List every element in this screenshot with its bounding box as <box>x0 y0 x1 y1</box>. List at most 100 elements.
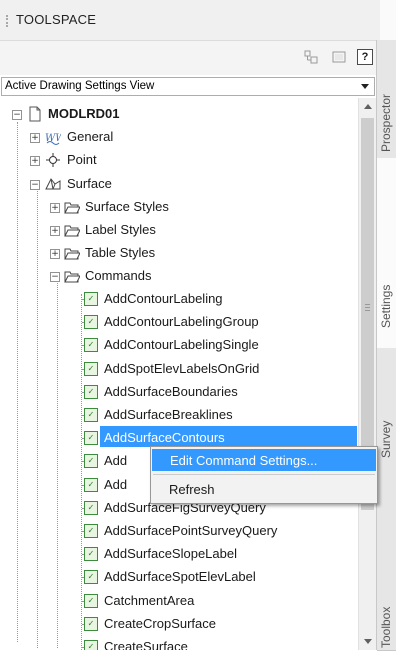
folder-icon <box>64 245 81 261</box>
command-icon: ✓ <box>84 547 98 562</box>
settings-tree[interactable]: − MODLRD01 + WW General + Point − Surfac… <box>0 98 358 650</box>
context-menu: Edit Command Settings... Refresh <box>150 446 378 504</box>
menu-item-label: Refresh <box>169 482 215 497</box>
tree-label: MODLRD01 <box>48 106 120 121</box>
command-icon: ✓ <box>84 454 98 469</box>
chevron-down-icon[interactable] <box>361 84 369 89</box>
palette-title-bar[interactable]: TOOLSPACE <box>0 0 380 41</box>
command-icon: ✓ <box>84 593 98 608</box>
grip-line <box>365 310 370 312</box>
tab-toolbox[interactable]: Toolbox <box>377 528 396 651</box>
tab-label: Prospector <box>379 93 393 152</box>
tree-node-command[interactable]: ✓ CatchmentArea <box>0 590 358 613</box>
menu-divider <box>153 474 375 475</box>
tree-node-command[interactable]: ✓ AddSpotElevLabelsOnGrid <box>0 358 358 381</box>
tab-label: Survey <box>379 420 393 458</box>
expand-icon[interactable]: + <box>30 133 40 143</box>
tree-node-label-styles[interactable]: + Label Styles <box>0 219 358 242</box>
tree-node-table-styles[interactable]: + Table Styles <box>0 242 358 265</box>
folder-icon <box>64 199 81 215</box>
tree-label: Add <box>104 476 128 492</box>
tree-node-command[interactable]: ✓ AddSurfaceBoundaries <box>0 381 358 404</box>
tree-node-command[interactable]: ✓ AddSurfaceSlopeLabel <box>0 543 358 566</box>
tab-prospector[interactable]: Prospector <box>377 40 396 159</box>
command-icon: ✓ <box>84 315 98 330</box>
tree-label: AddSpotElevLabelsOnGrid <box>104 360 260 376</box>
command-icon: ✓ <box>84 640 98 650</box>
tree-node-command[interactable]: ✓ CreateSurface <box>0 636 358 650</box>
command-icon: ✓ <box>84 524 98 538</box>
tree-node-command[interactable]: ✓ AddSurfaceSpotElevLabel <box>0 566 358 589</box>
tree-label: AddContourLabelingGroup <box>104 314 259 330</box>
tree-node-command[interactable]: ✓ CreateCropSurface <box>0 613 358 636</box>
scroll-up-icon[interactable] <box>364 104 372 109</box>
tree-node-general[interactable]: + WW General <box>0 126 358 149</box>
tree-label: Surface <box>67 176 112 191</box>
palette-title: TOOLSPACE <box>16 12 97 27</box>
collapse-icon[interactable]: − <box>12 110 22 120</box>
tree-label: AddSurfaceSlopeLabel <box>104 546 237 562</box>
tab-label: Settings <box>379 284 393 328</box>
folder-icon <box>64 222 81 238</box>
tree-label: Table Styles <box>85 245 156 260</box>
tree-node-command[interactable]: ✓ AddContourLabelingSingle <box>0 334 358 357</box>
menu-item-label: Edit Command Settings... <box>170 453 318 468</box>
command-icon: ✓ <box>84 616 98 631</box>
help-button[interactable]: ? <box>357 49 373 65</box>
command-icon: ✓ <box>84 500 98 515</box>
collapse-icon[interactable]: − <box>30 180 40 190</box>
general-icon: WW <box>45 129 66 145</box>
tree-scrollbar[interactable] <box>358 98 376 650</box>
tree-label: Commands <box>85 268 152 283</box>
help-label: ? <box>361 51 369 63</box>
expand-icon[interactable]: + <box>50 226 60 236</box>
tree-label: AddSurfaceContours <box>104 430 225 446</box>
expand-icon[interactable]: + <box>30 156 40 166</box>
tree-node-surface[interactable]: − Surface <box>0 173 358 196</box>
tab-survey[interactable]: Survey <box>377 348 396 529</box>
command-icon: ✓ <box>84 384 98 399</box>
tree-label: Label Styles <box>85 222 156 237</box>
tree-label: CreateSurface <box>104 639 188 650</box>
expand-icon[interactable]: + <box>50 203 60 213</box>
command-icon: ✓ <box>84 292 98 306</box>
command-icon: ✓ <box>84 431 98 446</box>
menu-item-edit-command-settings[interactable]: Edit Command Settings... <box>152 449 376 471</box>
preview-icon[interactable] <box>303 49 319 65</box>
grip-icon[interactable] <box>6 15 10 27</box>
tree-node-point[interactable]: + Point <box>0 149 358 172</box>
tree-node-command[interactable]: ✓ AddSurfacePointSurveyQuery <box>0 520 358 543</box>
folder-open-icon <box>64 268 81 284</box>
tree-node-command[interactable]: ✓ AddContourLabeling <box>0 288 358 311</box>
command-icon: ✓ <box>84 361 98 376</box>
tree-node-command[interactable]: ✓ AddContourLabelingGroup <box>0 311 358 334</box>
tree-label: AddSurfaceSpotElevLabel <box>104 569 256 585</box>
tree-label: AddContourLabelingSingle <box>104 337 259 353</box>
tree-label: Point <box>67 152 97 167</box>
surface-icon <box>45 176 61 192</box>
tree-label: CatchmentArea <box>104 592 195 608</box>
tab-label: Toolbox <box>379 606 393 648</box>
toolbar: ? <box>0 41 380 75</box>
tree-label: General <box>67 129 114 144</box>
tab-settings[interactable]: Settings <box>377 158 396 349</box>
side-tab-strip: Prospector Settings Survey Toolbox <box>376 40 396 651</box>
drawing-icon <box>27 106 43 122</box>
tree-label: AddContourLabeling <box>104 291 223 306</box>
tree-label: CreateCropSurface <box>104 615 216 631</box>
command-icon: ✓ <box>84 570 98 585</box>
tree-label: Surface Styles <box>85 199 169 214</box>
tree-label: AddSurfacePointSurveyQuery <box>104 523 278 538</box>
tree-node-command[interactable]: ✓ AddSurfaceBreaklines <box>0 404 358 427</box>
collapse-icon[interactable]: − <box>50 272 60 282</box>
item-view-icon[interactable] <box>331 49 347 65</box>
expand-icon[interactable]: + <box>50 249 60 259</box>
scroll-down-icon[interactable] <box>364 639 372 644</box>
menu-item-refresh[interactable]: Refresh <box>152 479 376 501</box>
view-selector[interactable]: Active Drawing Settings View <box>1 77 375 96</box>
tree-label: AddSurfaceBoundaries <box>104 383 238 399</box>
tree-node-commands[interactable]: − Commands <box>0 265 358 288</box>
tree-label: Add <box>104 453 128 469</box>
tree-node-root[interactable]: − MODLRD01 <box>0 103 358 126</box>
tree-node-surface-styles[interactable]: + Surface Styles <box>0 196 358 219</box>
